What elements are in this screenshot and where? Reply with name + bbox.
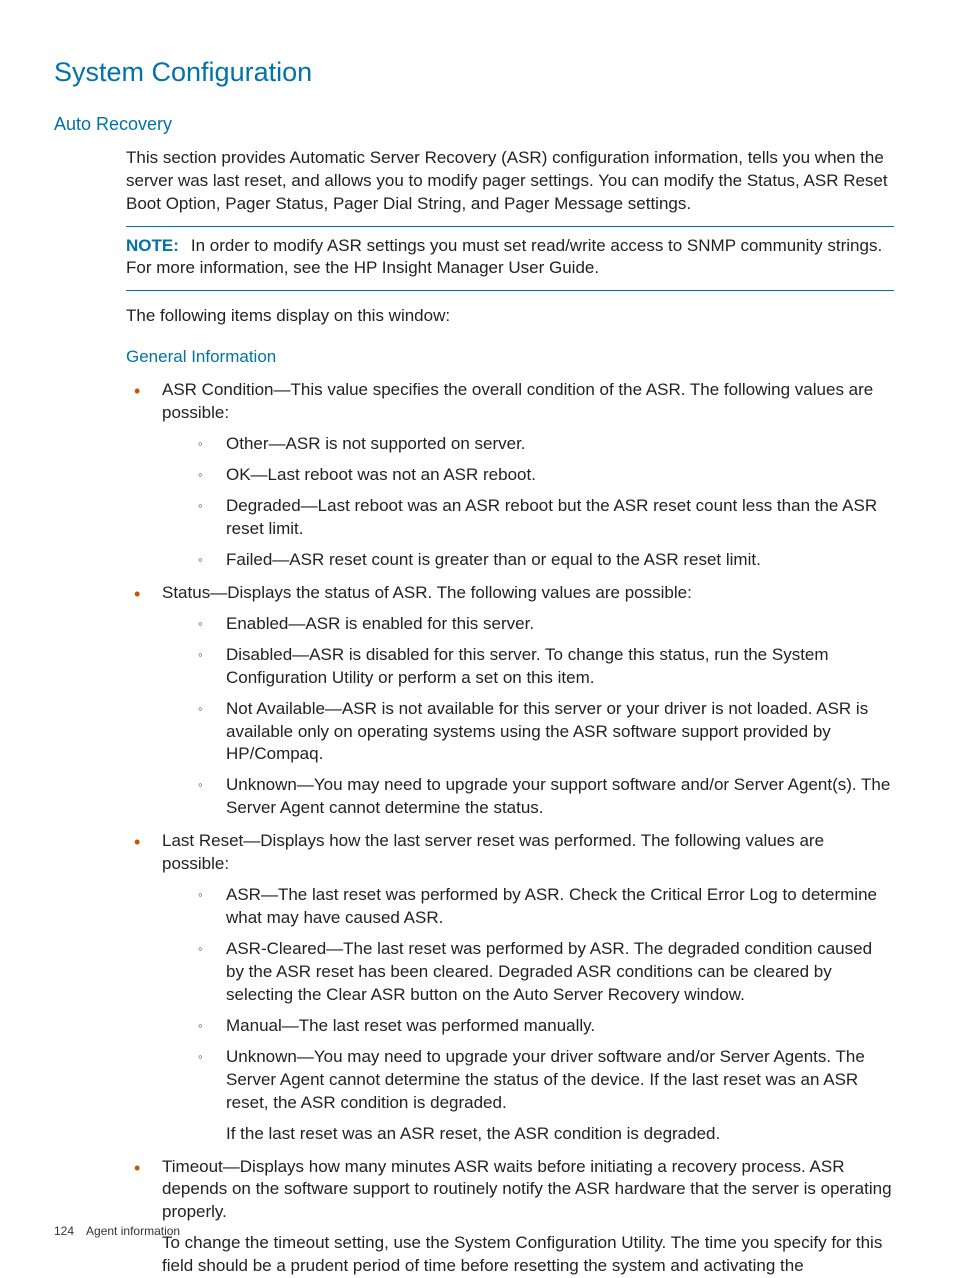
sub-list-item: Other—ASR is not supported on server. <box>162 433 894 456</box>
list-item: Status—Displays the status of ASR. The f… <box>126 582 894 820</box>
sub-list-item: Not Available—ASR is not available for t… <box>162 698 894 767</box>
sub-list-item: Enabled—ASR is enabled for this server. <box>162 613 894 636</box>
page-heading: System Configuration <box>54 54 894 90</box>
list-item-text: Last Reset—Displays how the last server … <box>162 831 824 873</box>
sub-list-item: Degraded—Last reboot was an ASR reboot b… <box>162 495 894 541</box>
list-item: Last Reset—Displays how the last server … <box>126 830 894 1145</box>
sub-list-item: OK—Last reboot was not an ASR reboot. <box>162 464 894 487</box>
sub-list-item: Disabled—ASR is disabled for this server… <box>162 644 894 690</box>
sub-list-item: Unknown—You may need to upgrade your sup… <box>162 774 894 820</box>
sub-list-item: ASR-Cleared—The last reset was performed… <box>162 938 894 1007</box>
list-item: Timeout—Displays how many minutes ASR wa… <box>126 1156 894 1278</box>
list-item: ASR Condition—This value specifies the o… <box>126 379 894 572</box>
sub-list: Enabled—ASR is enabled for this server. … <box>162 613 894 821</box>
sub-list-item: Manual—The last reset was performed manu… <box>162 1015 894 1038</box>
list-item-extra: To change the timeout setting, use the S… <box>162 1232 894 1278</box>
general-info-heading: General Information <box>126 346 894 369</box>
note-label: NOTE: <box>126 236 179 255</box>
sub-list-item-extra: If the last reset was an ASR reset, the … <box>226 1123 894 1146</box>
note-text: In order to modify ASR settings you must… <box>126 236 882 278</box>
following-items-text: The following items display on this wind… <box>126 305 894 328</box>
sub-list: ASR—The last reset was performed by ASR.… <box>162 884 894 1145</box>
list-item-text: ASR Condition—This value specifies the o… <box>162 380 873 422</box>
bullet-list: ASR Condition—This value specifies the o… <box>126 379 894 1278</box>
intro-paragraph: This section provides Automatic Server R… <box>126 147 894 216</box>
sub-list-item-text: Unknown—You may need to upgrade your dri… <box>226 1047 865 1112</box>
list-item-text: Timeout—Displays how many minutes ASR wa… <box>162 1157 892 1222</box>
body-content: This section provides Automatic Server R… <box>126 147 894 1278</box>
note-box: NOTE:In order to modify ASR settings you… <box>126 226 894 292</box>
sub-list-item: ASR—The last reset was performed by ASR.… <box>162 884 894 930</box>
page-number: 124 <box>54 1224 74 1238</box>
section-heading: Auto Recovery <box>54 112 894 136</box>
sub-list-item: Unknown—You may need to upgrade your dri… <box>162 1046 894 1146</box>
sub-list-item: Failed—ASR reset count is greater than o… <box>162 549 894 572</box>
page-footer: 124 Agent information <box>54 1223 180 1239</box>
footer-section: Agent information <box>86 1224 180 1238</box>
sub-list: Other—ASR is not supported on server. OK… <box>162 433 894 572</box>
list-item-text: Status—Displays the status of ASR. The f… <box>162 583 692 602</box>
